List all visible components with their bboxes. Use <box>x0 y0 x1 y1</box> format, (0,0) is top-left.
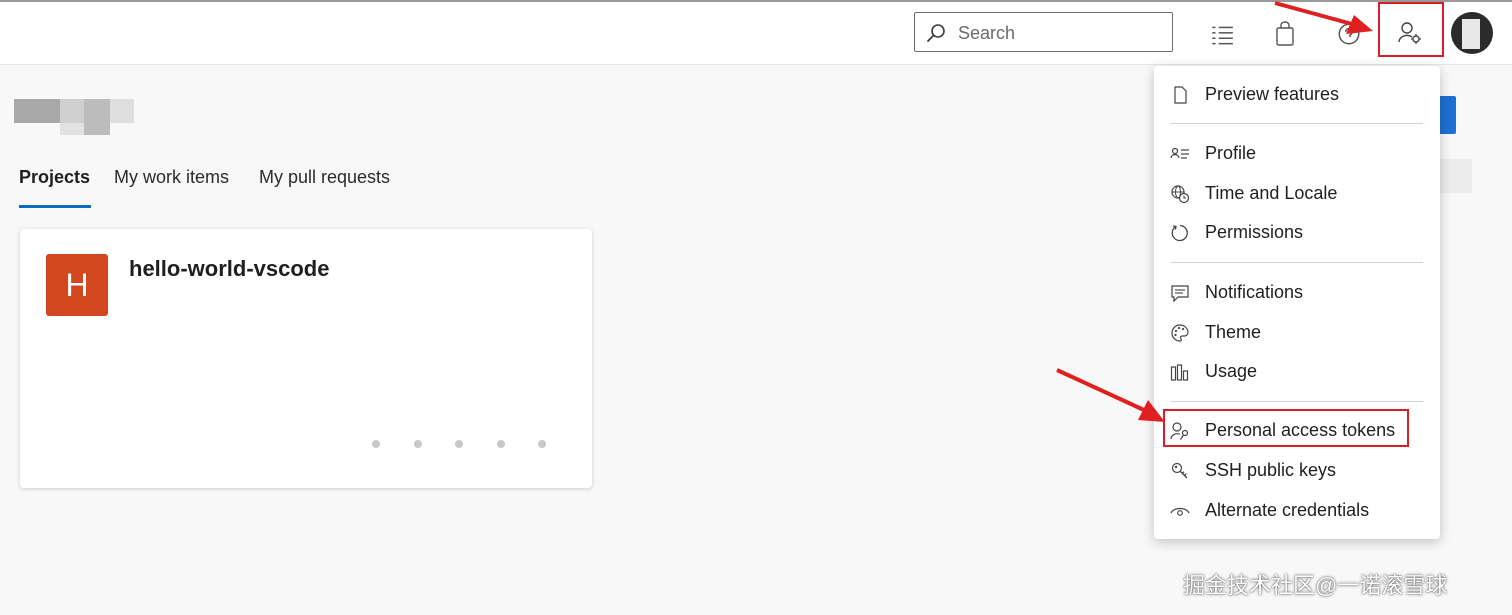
loading-dot <box>538 440 546 448</box>
watermark: 掘金技术社区@一诺滚雪球 <box>1183 573 1448 598</box>
chat-bubble-icon <box>1171 285 1189 303</box>
search-placeholder: Search <box>958 23 1016 43</box>
annotation-arrow-user-settings <box>1274 1 1373 34</box>
menu-item-alternate-credentials[interactable]: Alternate credentials <box>1154 492 1440 528</box>
menu-item-usage[interactable]: Usage <box>1154 353 1440 389</box>
document-icon <box>1174 86 1187 104</box>
menu-divider <box>1170 262 1423 263</box>
search-input[interactable]: Search <box>914 12 1173 52</box>
tab-my-pull-requests[interactable]: My pull requests <box>259 167 390 188</box>
tab-my-work-items[interactable]: My work items <box>114 167 229 188</box>
menu-item-label: Notifications <box>1205 282 1304 302</box>
loading-dot <box>414 440 422 448</box>
refresh-circle-icon <box>1171 224 1188 242</box>
menu-divider <box>1170 123 1423 124</box>
menu-item-ssh-public-keys[interactable]: SSH public keys <box>1154 452 1440 488</box>
menu-item-profile[interactable]: Profile <box>1154 135 1440 171</box>
pixelated-org-name-part <box>110 99 134 123</box>
personal-access-tokens-highlight <box>1163 409 1409 447</box>
annotation-arrow-personal-access-tokens <box>1056 368 1165 422</box>
tab-projects[interactable]: Projects <box>19 167 90 188</box>
menu-item-permissions[interactable]: Permissions <box>1154 214 1440 250</box>
user-settings-menu: Preview features Profile Time and Locale… <box>1154 66 1440 539</box>
menu-item-label: Profile <box>1205 143 1257 163</box>
contact-card-icon <box>1170 147 1189 159</box>
globe-clock-icon <box>1171 185 1190 204</box>
filter-box[interactable] <box>1438 159 1472 193</box>
menu-item-label: Permissions <box>1205 222 1304 242</box>
menu-item-label: Usage <box>1205 361 1258 381</box>
loading-dot <box>455 440 463 448</box>
pixelated-org-name-part <box>84 99 110 135</box>
menu-item-label: Theme <box>1205 322 1262 342</box>
loading-dot <box>497 440 505 448</box>
user-settings-highlight <box>1378 2 1444 57</box>
palette-icon <box>1171 324 1189 342</box>
menu-item-label: Time and Locale <box>1205 183 1338 203</box>
menu-item-preview-features[interactable]: Preview features <box>1154 76 1440 112</box>
work-items-icon[interactable] <box>1209 22 1235 48</box>
pixelated-org-name-part <box>60 123 84 135</box>
avatar-image <box>1462 19 1480 49</box>
menu-item-label: SSH public keys <box>1205 460 1337 480</box>
eye-icon <box>1170 507 1190 516</box>
ssh-key-icon <box>1171 462 1188 479</box>
menu-item-label: Alternate credentials <box>1205 500 1370 520</box>
menu-item-time-and-locale[interactable]: Time and Locale <box>1154 175 1440 211</box>
new-project-button[interactable] <box>1438 96 1456 134</box>
loading-dot <box>372 440 380 448</box>
pixelated-org-name <box>14 99 60 123</box>
menu-item-label: Preview features <box>1205 84 1340 104</box>
project-card[interactable]: H hello-world-vscode <box>20 229 592 488</box>
search-icon <box>926 24 945 43</box>
active-tab-indicator <box>19 205 91 208</box>
pixelated-org-name-part <box>60 99 84 123</box>
bar-chart-icon <box>1170 364 1189 381</box>
project-name[interactable]: hello-world-vscode <box>129 256 329 282</box>
menu-divider <box>1170 401 1423 402</box>
project-avatar: H <box>46 254 108 316</box>
avatar[interactable] <box>1451 12 1493 54</box>
menu-item-notifications[interactable]: Notifications <box>1154 274 1440 310</box>
menu-item-theme[interactable]: Theme <box>1154 314 1440 350</box>
